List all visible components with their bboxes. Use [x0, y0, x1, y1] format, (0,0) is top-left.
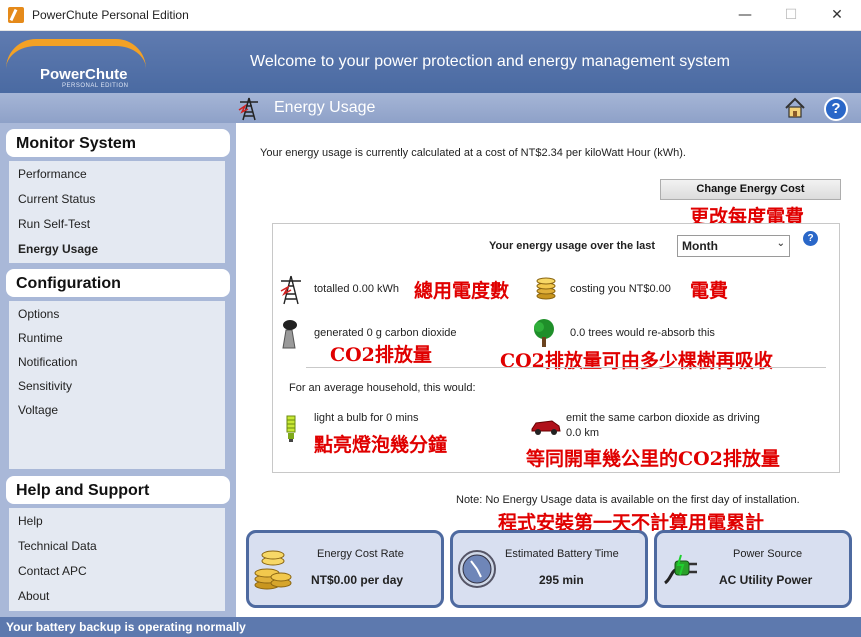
logo-subtitle: PERSONAL EDITION [62, 83, 129, 89]
window-title: PowerChute Personal Edition [32, 8, 189, 22]
sidebar-item-help[interactable]: Help [18, 514, 43, 528]
power-source-label: Power Source [733, 548, 803, 560]
sidebar-item-run-self-test[interactable]: Run Self-Test [18, 217, 90, 231]
energy-cost-rate-label: Energy Cost Rate [317, 548, 404, 560]
help-and-support-heading: Help and Support [6, 476, 230, 504]
power-tower-icon [238, 97, 258, 121]
configuration-heading: Configuration [6, 269, 230, 297]
sidebar-item-contact-apc[interactable]: Contact APC [18, 564, 87, 578]
power-tower-icon [280, 275, 301, 305]
welcome-text: Welcome to your power protection and ene… [250, 53, 730, 70]
carbon-generated-text: generated 0 g carbon dioxide [314, 327, 457, 339]
bulb-text: light a bulb for 0 mins [314, 412, 419, 424]
tree-icon [534, 319, 554, 347]
sidebar-item-notification[interactable]: Notification [18, 355, 77, 369]
annotation-trees: CO2排放量可由多少棵樹再吸收 [500, 350, 773, 372]
usage-period-value: Month [682, 239, 718, 253]
annotation-bulb: 點亮燈泡幾分鐘 [314, 434, 448, 456]
title-bar: PowerChute Personal Edition — ☐ ✕ [0, 0, 861, 31]
chevron-down-icon: ⌄ [776, 238, 785, 249]
page-header: Energy Usage ? [0, 93, 861, 123]
sidebar-item-runtime[interactable]: Runtime [18, 331, 63, 345]
light-bulb-icon [286, 415, 296, 442]
header-banner: PowerChute PERSONAL EDITION Welcome to y… [0, 31, 861, 93]
annotation-car: 等同開車幾公里的CO2排放量 [526, 448, 780, 470]
smokestack-icon [282, 320, 297, 349]
annotation-fee: 電費 [690, 280, 729, 302]
estimated-battery-time-label: Estimated Battery Time [505, 548, 619, 560]
sidebar-item-sensitivity[interactable]: Sensitivity [18, 379, 72, 393]
estimated-battery-time-card: Estimated Battery Time 295 min [450, 530, 648, 608]
power-source-card: Power Source AC Utility Power [654, 530, 852, 608]
energy-cost-rate-value: NT$0.00 per day [311, 573, 404, 587]
change-energy-cost-button[interactable]: Change Energy Cost [660, 179, 841, 200]
close-button[interactable]: ✕ [814, 0, 860, 30]
status-bar: Your battery backup is operating normall… [0, 617, 861, 637]
minimize-button[interactable]: — [722, 0, 768, 30]
annotation-total-usage: 總用電度數 [414, 280, 510, 302]
car-text-line2: 0.0 km [566, 427, 600, 439]
divider [306, 367, 826, 368]
app-icon [8, 7, 24, 23]
sidebar-item-voltage[interactable]: Voltage [18, 403, 58, 417]
sidebar-item-performance[interactable]: Performance [18, 167, 87, 181]
sidebar-item-about[interactable]: About [18, 589, 49, 603]
powerchute-logo: PowerChute PERSONAL EDITION [0, 31, 150, 93]
first-day-note: Note: No Energy Usage data is available … [456, 494, 800, 506]
trees-text: 0.0 trees would re-absorb this [570, 327, 715, 339]
total-kwh-text: totalled 0.00 kWh [314, 283, 399, 295]
monitor-system-heading: Monitor System [6, 129, 230, 157]
maximize-button[interactable]: ☐ [768, 0, 814, 30]
household-heading: For an average household, this would: [289, 382, 476, 394]
logo-text: PowerChute [40, 66, 128, 83]
help-icon[interactable]: ? [824, 97, 848, 121]
page-title: Energy Usage [274, 99, 376, 116]
energy-cost-rate-card: Energy Cost Rate NT$0.00 per day [246, 530, 444, 608]
sidebar-item-technical-data[interactable]: Technical Data [18, 539, 97, 553]
coins-icon [536, 277, 556, 300]
usage-period-select[interactable]: Month ⌄ [677, 235, 790, 257]
usage-help-icon[interactable]: ? [803, 231, 818, 246]
sidebar-item-energy-usage[interactable]: Energy Usage [18, 242, 98, 256]
home-icon[interactable] [784, 97, 806, 119]
power-source-value: AC Utility Power [719, 573, 813, 587]
sidebar: Monitor System Performance Current Statu… [0, 123, 236, 617]
logo-swoosh-icon [6, 39, 146, 69]
cost-text: costing you NT$0.00 [570, 283, 671, 295]
energy-cost-description: Your energy usage is currently calculate… [260, 147, 686, 159]
annotation-co2: CO2排放量 [330, 344, 432, 366]
sidebar-item-options[interactable]: Options [18, 307, 59, 321]
car-text-line1: emit the same carbon dioxide as driving [566, 412, 760, 424]
estimated-battery-time-value: 295 min [539, 573, 584, 587]
sidebar-item-current-status[interactable]: Current Status [18, 192, 95, 206]
car-icon [531, 420, 561, 435]
usage-period-label: Your energy usage over the last [489, 240, 656, 252]
